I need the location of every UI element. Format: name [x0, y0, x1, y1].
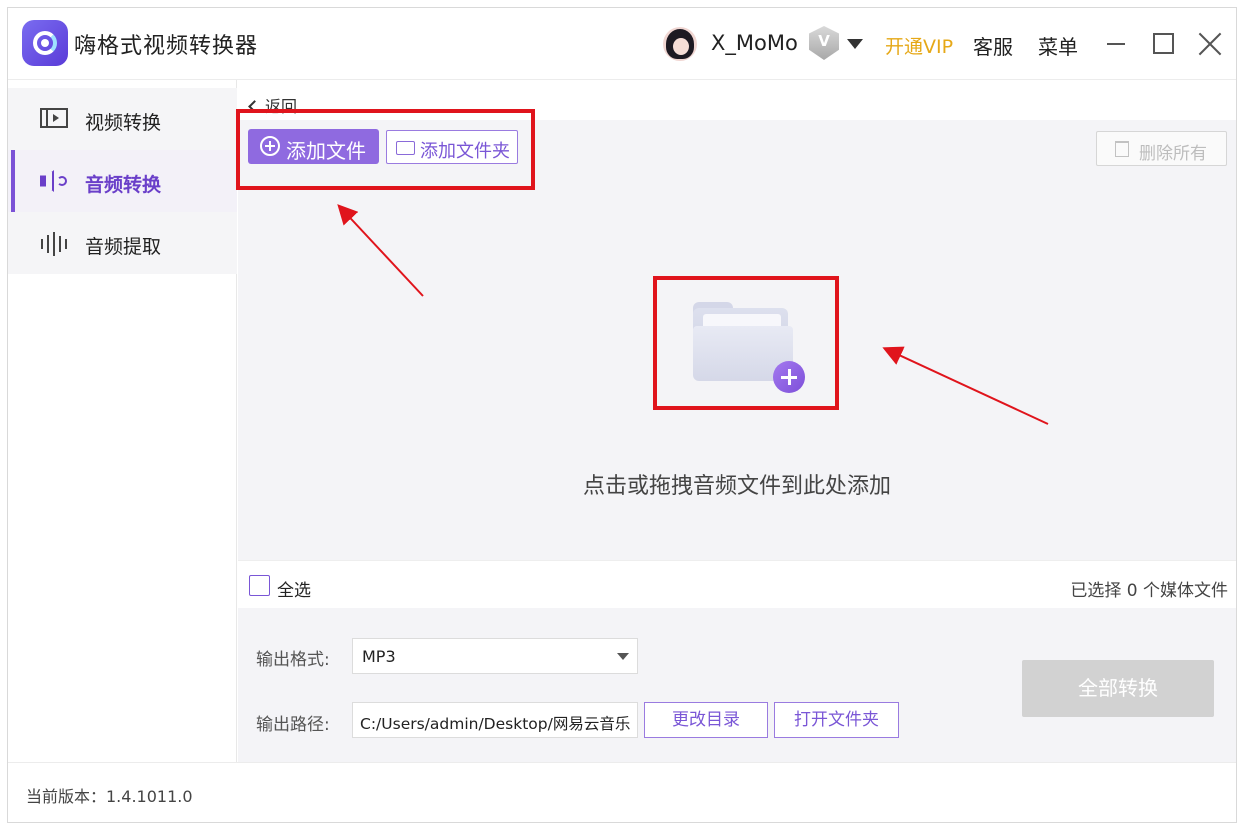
annotation-arrows: [337, 204, 1049, 425]
annotation-arrow-folder: [882, 346, 1049, 425]
annotation-arrow-toolbar: [337, 204, 424, 297]
